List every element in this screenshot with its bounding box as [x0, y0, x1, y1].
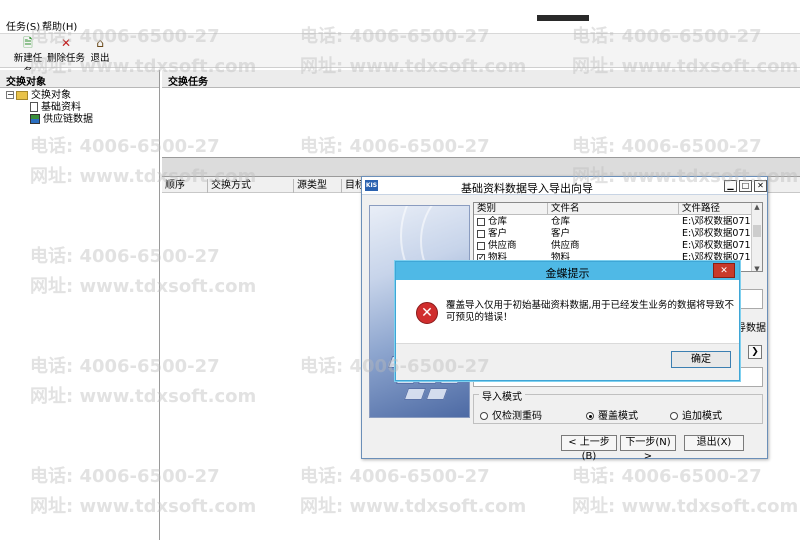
scroll-up-icon[interactable]: ▲: [752, 203, 762, 211]
file-list-header: 类别 文件名 文件路径: [474, 203, 762, 215]
radio-overwrite[interactable]: 覆盖模式: [586, 407, 638, 422]
delete-task-button[interactable]: ✕ 删除任务: [47, 36, 85, 64]
tree-root[interactable]: − 交换对象: [6, 90, 93, 102]
scroll-thumb[interactable]: [753, 225, 761, 237]
tree-item-label: 供应链数据: [43, 114, 93, 125]
splitter[interactable]: [162, 158, 800, 176]
file-row[interactable]: 供应商 供应商 E:\邓权数据0718\: [474, 240, 752, 252]
alert-dialog: 金蝶提示 ✕ ✕ 覆盖导入仅用于初始基础资料数据,用于已经发生业务的数据将导致不…: [395, 261, 740, 381]
menu-help[interactable]: 帮助(H): [42, 18, 77, 33]
maximize-button[interactable]: □: [739, 180, 752, 192]
tree-item-label: 基础资料: [41, 102, 81, 113]
tree-root-label: 交换对象: [31, 90, 71, 101]
radio-append[interactable]: 追加模式: [670, 407, 722, 422]
exit-button[interactable]: ⌂ 退出: [88, 36, 112, 64]
folder-icon: [16, 90, 28, 100]
row-category: 供应商: [488, 240, 517, 251]
row-file: 仓库: [551, 216, 571, 227]
document-icon: [30, 102, 38, 112]
radio-selected-icon[interactable]: [586, 412, 594, 420]
file-list-scrollbar[interactable]: ▲ ▼: [751, 203, 762, 271]
file-row[interactable]: 仓库 仓库 E:\邓权数据0718\: [474, 216, 752, 228]
object-tree: − 交换对象 基础资料 供应链数据: [6, 90, 93, 126]
tree-item-supply-chain[interactable]: 供应链数据: [6, 114, 93, 126]
row-path: E:\邓权数据0718\: [682, 228, 752, 239]
column-header[interactable]: 顺序: [162, 179, 208, 193]
scroll-down-icon[interactable]: ▼: [752, 265, 762, 271]
row-category: 客户: [488, 228, 508, 239]
ok-button[interactable]: 确定: [671, 351, 731, 368]
row-checkbox[interactable]: [477, 229, 485, 238]
radio-label: 覆盖模式: [598, 411, 638, 422]
import-mode-group: 导入模式 仅检测重码 覆盖模式 追加模式: [473, 388, 763, 424]
menu-bar: 任务(S) 帮助(H): [0, 14, 800, 34]
home-icon: ⌂: [96, 36, 104, 50]
close-button[interactable]: ✕: [754, 180, 767, 192]
delete-task-label: 删除任务: [47, 53, 86, 64]
title-strip: [537, 15, 589, 21]
grid-icon: [30, 114, 40, 124]
row-file: 客户: [551, 228, 571, 239]
import-mode-title: 导入模式: [479, 388, 525, 403]
wizard-exit-button[interactable]: 退出(X): [684, 435, 744, 451]
radio-icon[interactable]: [670, 412, 678, 420]
radio-check-duplicates[interactable]: 仅检测重码: [480, 407, 542, 422]
tree-item-basic-data[interactable]: 基础资料: [6, 102, 93, 114]
minimize-button[interactable]: ▁: [724, 180, 737, 192]
radio-label: 仅检测重码: [492, 411, 542, 422]
task-pane-header: 交换任务: [162, 70, 800, 88]
toolbar: 🗎 新建任务 ✕ 删除任务 ⌂ 退出: [0, 34, 800, 78]
radio-label: 追加模式: [682, 411, 722, 422]
close-icon[interactable]: ✕: [713, 263, 735, 278]
column-header[interactable]: 文件名: [548, 203, 679, 215]
task-pane: 交换任务: [162, 70, 800, 158]
exit-label: 退出: [90, 53, 110, 64]
column-header[interactable]: 文件路径: [679, 203, 753, 215]
error-icon: ✕: [416, 302, 438, 324]
row-checkbox[interactable]: [477, 217, 485, 226]
row-checkbox[interactable]: [477, 241, 485, 250]
row-file: 供应商: [551, 240, 580, 251]
collapse-icon[interactable]: −: [6, 91, 14, 99]
menu-task[interactable]: 任务(S): [6, 18, 40, 33]
prev-button[interactable]: < 上一步(B): [561, 435, 617, 462]
delete-icon: ✕: [60, 36, 72, 50]
chevron-right-icon[interactable]: ❯: [748, 345, 762, 359]
alert-body: ✕ 覆盖导入仅用于初始基础资料数据,用于已经发生业务的数据将导致不可预见的错误！: [396, 280, 739, 344]
left-pane-header: 交换对象: [0, 70, 159, 88]
column-header[interactable]: 交换方式: [208, 179, 294, 193]
left-pane: 交换对象 − 交换对象 基础资料 供应链数据: [0, 70, 160, 540]
row-path: E:\邓权数据0718\: [682, 240, 752, 251]
wizard-titlebar: KIS 基础资料数据导入导出向导 ▁ □ ✕: [362, 177, 767, 195]
alert-message: 覆盖导入仅用于初始基础资料数据,用于已经发生业务的数据将导致不可预见的错误！: [446, 300, 735, 323]
next-button[interactable]: 下一步(N) >: [620, 435, 676, 462]
alert-titlebar: 金蝶提示 ✕: [396, 262, 739, 280]
wizard-title: 基础资料数据导入导出向导: [461, 182, 593, 195]
alert-title: 金蝶提示: [545, 267, 590, 280]
row-category: 仓库: [488, 216, 508, 227]
side-label: 导数据: [736, 323, 766, 334]
file-row[interactable]: 客户 客户 E:\邓权数据0718\: [474, 228, 752, 240]
radio-icon[interactable]: [480, 412, 488, 420]
row-path: E:\邓权数据0718\: [682, 216, 752, 227]
new-task-icon: 🗎: [23, 36, 33, 50]
column-header[interactable]: 源类型: [294, 179, 342, 193]
column-header[interactable]: 类别: [474, 203, 548, 215]
